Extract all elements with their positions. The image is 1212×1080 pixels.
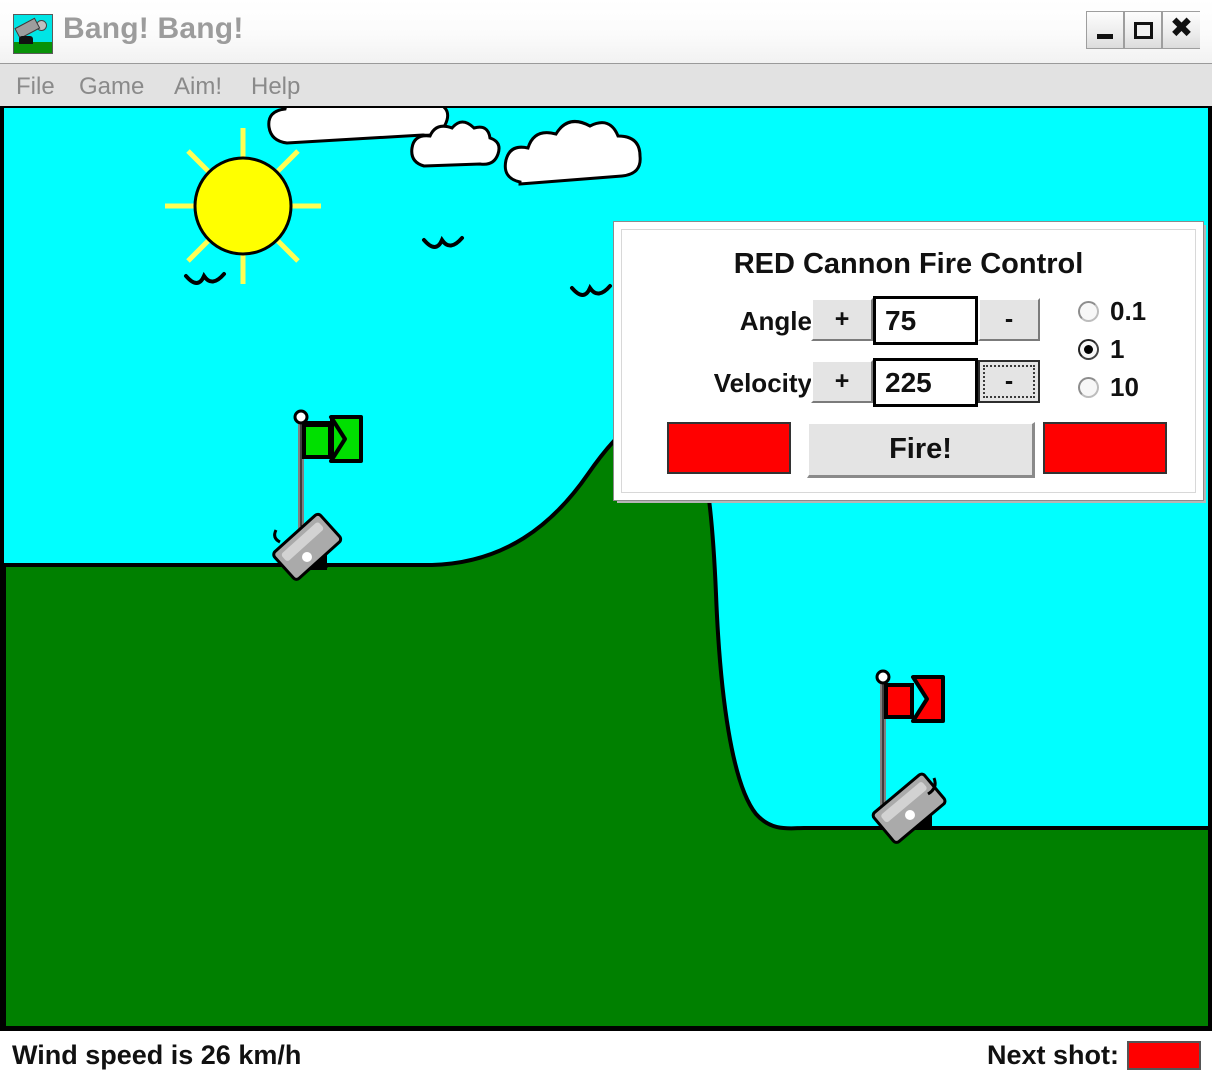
title-bar: Bang! Bang! ✖ — [0, 0, 1212, 64]
radio-dial-selected-icon — [1078, 339, 1099, 360]
menu-item-aim[interactable]: Aim! — [174, 73, 222, 100]
velocity-label: Velocity — [713, 368, 812, 398]
left-player-indicator — [667, 422, 791, 474]
step-radio-0.1[interactable]: 0.1 — [1078, 296, 1146, 327]
step-radio-1[interactable]: 1 — [1078, 334, 1124, 365]
angle-increment-button[interactable]: + — [811, 298, 873, 341]
fire-control-panel-inner: RED Cannon Fire Control Angle + 75 - Vel… — [621, 229, 1196, 493]
minimize-icon — [1097, 33, 1113, 39]
right-player-indicator — [1043, 422, 1167, 474]
velocity-increment-button[interactable]: + — [811, 360, 873, 403]
cannon-icon — [13, 14, 53, 54]
sun-icon — [165, 128, 321, 284]
menu-item-help[interactable]: Help — [251, 73, 300, 100]
status-bar: Wind speed is 26 km/h Next shot: — [0, 1028, 1212, 1080]
maximize-icon — [1133, 21, 1153, 39]
menu-item-file[interactable]: File — [16, 73, 55, 100]
close-icon: ✖ — [1169, 11, 1194, 44]
app-window: Bang! Bang! ✖ File Game Aim! Help RED Ca… — [0, 0, 1212, 1080]
menu-item-game[interactable]: Game — [79, 73, 144, 100]
velocity-input[interactable]: 225 — [873, 358, 978, 407]
radio-dial-icon — [1078, 377, 1099, 398]
menu-bar: File Game Aim! Help — [0, 64, 1212, 108]
minimize-button[interactable] — [1086, 11, 1124, 49]
fire-button[interactable]: Fire! — [807, 422, 1035, 478]
angle-label: Angle — [739, 306, 812, 336]
window-title: Bang! Bang! — [63, 12, 244, 45]
step-radio-label: 0.1 — [1110, 296, 1147, 326]
next-shot-swatch — [1127, 1041, 1201, 1070]
step-radio-label: 1 — [1110, 334, 1125, 364]
velocity-decrement-button[interactable]: - — [978, 360, 1040, 403]
step-radio-10[interactable]: 10 — [1078, 372, 1139, 403]
icon-base — [19, 36, 33, 44]
angle-input[interactable]: 75 — [873, 296, 978, 345]
angle-decrement-button[interactable]: - — [978, 298, 1040, 341]
fire-control-panel: RED Cannon Fire Control Angle + 75 - Vel… — [614, 222, 1203, 500]
panel-title: RED Cannon Fire Control — [733, 248, 1084, 280]
game-canvas[interactable]: RED Cannon Fire Control Angle + 75 - Vel… — [0, 108, 1212, 1028]
close-button[interactable]: ✖ — [1162, 11, 1200, 49]
wind-speed-text: Wind speed is 26 km/h — [12, 1040, 302, 1070]
step-radio-label: 10 — [1110, 372, 1139, 402]
next-shot-label: Next shot: — [986, 1040, 1119, 1070]
maximize-button[interactable] — [1124, 11, 1162, 49]
radio-dial-icon — [1078, 301, 1099, 322]
focus-ring — [983, 365, 1035, 398]
